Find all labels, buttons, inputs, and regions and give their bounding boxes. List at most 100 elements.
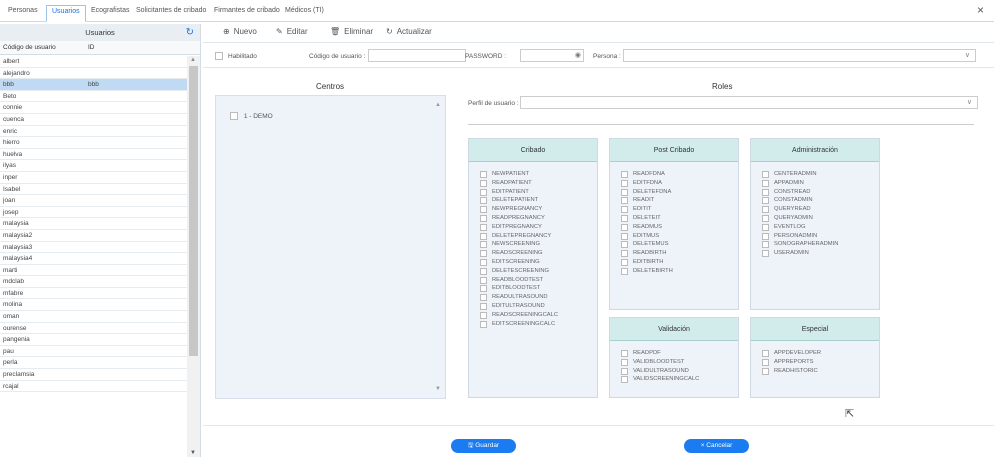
role-checkbox[interactable] [480, 223, 487, 231]
scroll-down-icon[interactable]: ▼ [435, 386, 441, 392]
user-row[interactable]: enric [0, 126, 187, 138]
role-checkbox[interactable] [762, 367, 769, 375]
role-checkbox[interactable] [621, 179, 628, 187]
role-checkbox[interactable] [621, 367, 628, 375]
delete-button[interactable]: 🗑 Eliminar [330, 27, 373, 36]
centro-item[interactable]: 1 - DEMO [230, 112, 273, 120]
cancel-button[interactable]: × Cancelar [684, 439, 749, 453]
users-scrollbar[interactable]: ▲ ▼ [187, 56, 200, 457]
role-checkbox[interactable] [762, 214, 769, 222]
eye-off-icon[interactable]: ◉ [575, 51, 581, 59]
role-checkbox[interactable] [621, 267, 628, 275]
role-checkbox[interactable] [480, 206, 487, 214]
role-item[interactable]: NEWPATIENT [480, 170, 597, 179]
role-checkbox[interactable] [621, 171, 628, 178]
centro-checkbox[interactable] [230, 112, 238, 120]
role-checkbox[interactable] [480, 214, 487, 222]
user-row[interactable]: rcajal [0, 381, 187, 393]
role-checkbox[interactable] [762, 197, 769, 205]
user-row[interactable]: malaysia [0, 218, 187, 230]
role-checkbox[interactable] [480, 276, 487, 284]
role-item[interactable]: EDITBLOODTEST [480, 284, 597, 293]
role-checkbox[interactable] [621, 188, 628, 196]
user-row[interactable]: josep [0, 207, 187, 219]
role-checkbox[interactable] [480, 267, 487, 275]
role-checkbox[interactable] [762, 250, 769, 258]
tab-ecografistas[interactable]: Ecografistas [86, 6, 135, 22]
role-item[interactable]: NEWSCREENING [480, 240, 597, 249]
column-user-code[interactable]: Código de usuario [3, 41, 56, 55]
role-item[interactable]: EDITPATIENT [480, 188, 597, 197]
column-id[interactable]: ID [88, 41, 95, 55]
role-item[interactable]: READMUS [621, 223, 738, 232]
role-item[interactable]: READSCREENINGCALC [480, 311, 597, 320]
user-row[interactable]: connie [0, 102, 187, 114]
role-item[interactable]: QUERYADMIN [762, 214, 879, 223]
scroll-down-icon[interactable]: ▼ [190, 450, 196, 456]
role-item[interactable]: READIT [621, 196, 738, 205]
user-row[interactable]: pangenia [0, 334, 187, 346]
user-row[interactable]: albert [0, 56, 187, 68]
tab-usuarios[interactable]: Usuarios [46, 5, 86, 22]
role-item[interactable]: CONSTREAD [762, 188, 879, 197]
role-checkbox[interactable] [762, 232, 769, 240]
role-checkbox[interactable] [621, 258, 628, 266]
user-row[interactable]: marti [0, 265, 187, 277]
role-item[interactable]: EDITSCREENING [480, 258, 597, 267]
role-checkbox[interactable] [621, 250, 628, 258]
edit-button[interactable]: ✎ Editar [276, 27, 308, 36]
role-checkbox[interactable] [621, 376, 628, 384]
user-row[interactable]: inper [0, 172, 187, 184]
role-item[interactable]: EDITSCREENINGCALC [480, 320, 597, 329]
role-checkbox[interactable] [480, 302, 487, 310]
user-row[interactable]: perla [0, 357, 187, 370]
role-item[interactable]: DELETEPREGNANCY [480, 232, 597, 241]
role-item[interactable]: USERADMIN [762, 249, 879, 258]
password-input[interactable]: ◉ [520, 49, 584, 62]
role-checkbox[interactable] [480, 241, 487, 249]
role-item[interactable]: EVENTLOG [762, 223, 879, 232]
person-select[interactable]: ∨ [623, 49, 976, 62]
role-checkbox[interactable] [621, 232, 628, 240]
role-item[interactable]: APPDEVELOPER [762, 349, 879, 358]
role-checkbox[interactable] [762, 188, 769, 196]
role-item[interactable]: READBIRTH [621, 249, 738, 258]
tab-solicitantes[interactable]: Solicitantes de cribado [131, 6, 211, 22]
tab-personas[interactable]: Personas [3, 6, 43, 22]
user-code-input[interactable] [368, 49, 466, 62]
user-row[interactable]: pau [0, 346, 187, 358]
user-row[interactable]: malaysia3 [0, 242, 187, 254]
profile-select[interactable]: ∨ [520, 96, 978, 109]
role-checkbox[interactable] [762, 241, 769, 249]
user-row[interactable]: ilyas [0, 160, 187, 172]
user-row[interactable]: cuenca [0, 114, 187, 126]
role-item[interactable]: DELETESCREENING [480, 267, 597, 276]
user-row[interactable]: bbb bbb [0, 79, 187, 91]
user-row[interactable]: malaysia2 [0, 230, 187, 242]
user-row[interactable]: molina [0, 299, 187, 312]
role-item[interactable]: READULTRASOUND [480, 293, 597, 302]
role-item[interactable]: READFDNA [621, 170, 738, 179]
user-row[interactable]: preclamsia [0, 369, 187, 381]
role-item[interactable]: READSCREENING [480, 249, 597, 258]
role-checkbox[interactable] [762, 206, 769, 214]
role-checkbox[interactable] [480, 171, 487, 178]
role-checkbox[interactable] [621, 223, 628, 231]
user-row[interactable]: Beto [0, 91, 187, 103]
scroll-up-icon[interactable]: ▲ [435, 102, 441, 108]
role-item[interactable]: APPREPORTS [762, 358, 879, 367]
role-checkbox[interactable] [762, 171, 769, 178]
role-item[interactable]: DELETEFDNA [621, 188, 738, 197]
user-row[interactable]: joan [0, 195, 187, 207]
role-item[interactable]: VALIDBLOODTEST [621, 358, 738, 367]
role-checkbox[interactable] [762, 179, 769, 187]
user-row[interactable]: alejandro [0, 68, 187, 80]
role-checkbox[interactable] [762, 350, 769, 357]
role-item[interactable]: EDITBIRTH [621, 258, 738, 267]
role-item[interactable]: READBLOODTEST [480, 276, 597, 285]
refresh-icon[interactable]: ↻ [186, 24, 194, 41]
role-item[interactable]: DELETEIT [621, 214, 738, 223]
role-checkbox[interactable] [480, 188, 487, 196]
role-item[interactable]: VALIDULTRASOUND [621, 367, 738, 376]
role-item[interactable]: SONOGRAPHERADMIN [762, 240, 879, 249]
